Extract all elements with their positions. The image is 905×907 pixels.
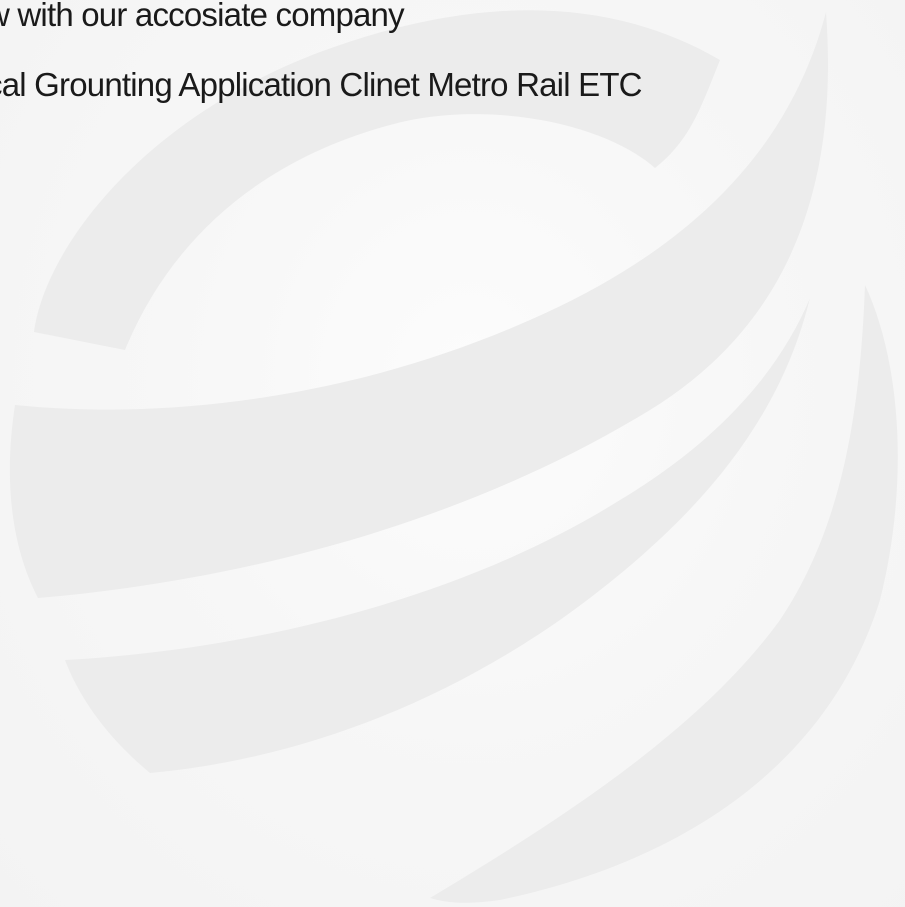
body-text-line-2: cal Grounting Application Clinet Metro R… — [0, 66, 643, 103]
globe-swoosh-logo-icon — [9, 10, 898, 903]
body-text-line-1: w with our accosiate company — [0, 0, 405, 33]
